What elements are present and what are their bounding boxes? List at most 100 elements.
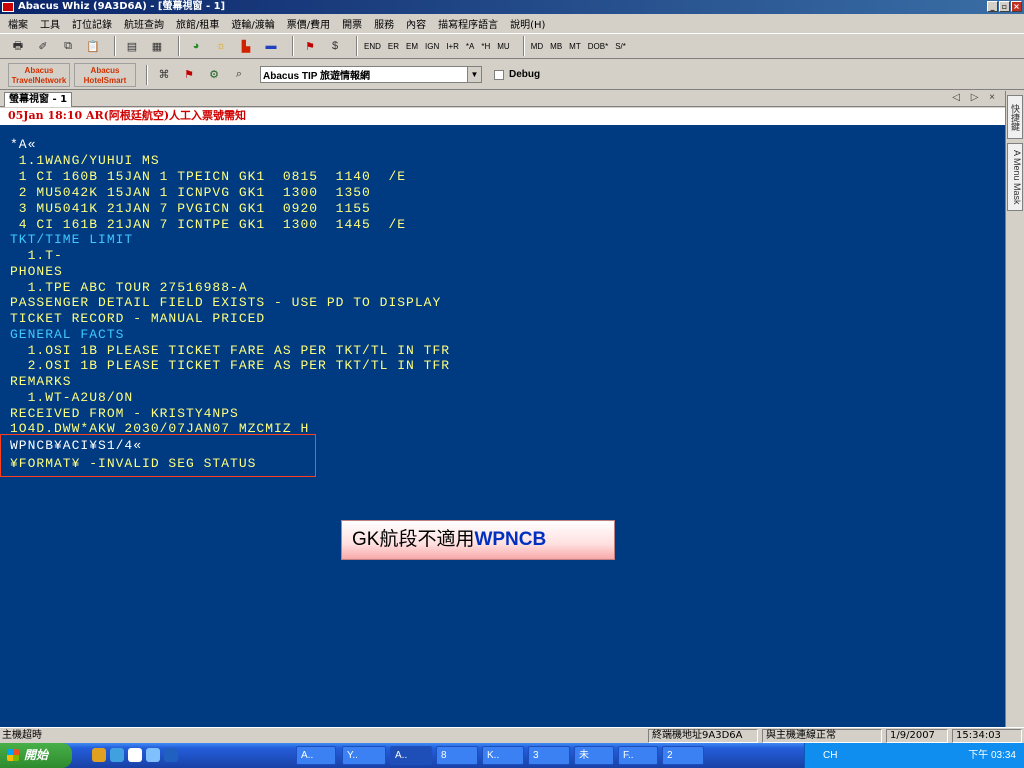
printer-icon[interactable]: 🖶: [8, 36, 28, 56]
quicklaunch-icon[interactable]: [92, 748, 106, 762]
window-title: Abacus Whiz (9A3D6A) - [螢幕視窗 - 1]: [18, 1, 226, 12]
cmd-mb-button[interactable]: MB: [550, 36, 562, 56]
cmd-star-a-button[interactable]: *A: [466, 36, 474, 56]
status-time: 15:34:03: [952, 729, 1022, 743]
abacus-hotelsmart-button[interactable]: Abacus HotelSmart: [74, 62, 136, 87]
right-sidebar: 快捷鍵 A Menu Mask: [1005, 91, 1024, 727]
cmd-md-button[interactable]: MD: [531, 36, 543, 56]
quicklaunch-icon[interactable]: [146, 748, 160, 762]
menu-help[interactable]: 說明(H): [510, 16, 545, 31]
menu-bar: 檔案 工具 訂位記錄 航班查詢 旅館/租車 遊輪/渡輪 票價/費用 開票 服務 …: [0, 14, 1024, 32]
taskbar: 開始 A.. Y.. A.. 8 K.. 3 未 F.. 2 CH 下午 03:…: [0, 743, 1024, 768]
menu-services[interactable]: 服務: [374, 16, 394, 31]
toolbar-separator: [522, 36, 525, 56]
debug-checkbox[interactable]: [494, 69, 504, 80]
quicklaunch-icon[interactable]: [110, 748, 124, 762]
copy-icon[interactable]: ⧉: [58, 36, 78, 56]
cruise-icon[interactable]: ⚑: [300, 36, 320, 56]
terminal-line: PASSENGER DETAIL FIELD EXISTS - USE PD T…: [10, 295, 442, 310]
chevron-down-icon[interactable]: ▼: [467, 67, 481, 82]
main-toolbar: 🖶 ✐ ⧉ 📋 ▤ ▦ ◕ ☼ ▙ ▬ ⚑ $ END ER EM IGN I+…: [0, 33, 1024, 59]
tray-language[interactable]: CH: [823, 743, 837, 768]
cmd-ign-button[interactable]: IGN: [425, 36, 439, 56]
toolbar-separator: [114, 36, 116, 56]
menu-cruise-ferry[interactable]: 遊輪/渡輪: [231, 16, 274, 31]
tab-nav-controls[interactable]: ◁ ▷ ×: [952, 92, 999, 103]
terminal-line: 1.T-: [10, 248, 63, 263]
debug-toggle[interactable]: Debug: [494, 69, 540, 80]
taskbar-button[interactable]: 8: [436, 746, 478, 765]
hotel-icon[interactable]: ▙: [236, 36, 256, 56]
menu-pnr[interactable]: 訂位記錄: [72, 16, 112, 31]
tray-clock[interactable]: 下午 03:34: [968, 743, 1016, 768]
taskbar-button-active[interactable]: A..: [390, 746, 432, 765]
book-icon[interactable]: ⌘: [154, 65, 174, 85]
globe-clock-icon[interactable]: ◕: [186, 36, 206, 56]
terminal-line: *A«: [10, 137, 37, 152]
eraser-icon[interactable]: ✐: [33, 36, 53, 56]
terminal-line: RECEIVED FROM - KRISTY4NPS: [10, 406, 239, 421]
tip-select[interactable]: Abacus TIP 旅遊情報網 ▼: [260, 66, 482, 83]
form-icon[interactable]: ▦: [147, 36, 167, 56]
search-icon[interactable]: ⌕: [229, 65, 249, 85]
paste-icon[interactable]: 📋: [83, 36, 103, 56]
taskbar-button[interactable]: 未: [574, 746, 614, 765]
terminal-screen[interactable]: *A« 1.1WANG/YUHUI MS 1 CI 160B 15JAN 1 T…: [0, 125, 1005, 727]
terminal-line: 1.WT-A2U8/ON: [10, 390, 134, 405]
flag-icon[interactable]: ⚑: [179, 65, 199, 85]
status-host-timeout: 主機超時: [2, 730, 42, 741]
minimize-button[interactable]: _: [987, 1, 998, 12]
money-icon[interactable]: $: [325, 36, 345, 56]
start-button[interactable]: 開始: [0, 743, 72, 768]
menu-mask-button[interactable]: A Menu Mask: [1007, 143, 1023, 211]
car-icon[interactable]: ▬: [261, 36, 281, 56]
menu-hotel-car[interactable]: 旅館/租車: [176, 16, 219, 31]
cmd-ir-button[interactable]: I+R: [446, 36, 459, 56]
tip-select-value: Abacus TIP 旅遊情報網: [263, 71, 371, 82]
app-icon: [2, 2, 14, 12]
hotkey-button[interactable]: 快捷鍵: [1007, 95, 1023, 139]
close-button[interactable]: ×: [1011, 1, 1022, 12]
network-icon[interactable]: ⚙: [204, 65, 224, 85]
menu-file[interactable]: 檔案: [8, 16, 28, 31]
system-tray: CH 下午 03:34: [804, 743, 1024, 768]
callout-highlight: WPNCB: [474, 529, 547, 550]
cmd-dob-button[interactable]: DOB*: [588, 36, 608, 56]
taskbar-button[interactable]: 3: [528, 746, 570, 765]
cmd-star-h-button[interactable]: *H: [481, 36, 490, 56]
cmd-er-button[interactable]: ER: [388, 36, 399, 56]
tab-screen-1[interactable]: 螢幕視窗 - 1: [4, 92, 73, 107]
terminal-line: 4 CI 161B 21JAN 7 ICNTPE GK1 1300 1445 /…: [10, 217, 407, 232]
taskbar-button[interactable]: F..: [618, 746, 658, 765]
menu-scripting[interactable]: 描寫程序語言: [438, 16, 498, 31]
notice-banner[interactable]: 05Jan 18:10 AR(阿根廷航空)人工入票號需知: [0, 108, 1005, 125]
menu-flights[interactable]: 航班查詢: [124, 16, 164, 31]
terminal-line: 1.1WANG/YUHUI MS: [10, 153, 160, 168]
terminal-line: REMARKS: [10, 374, 72, 389]
taskbar-button[interactable]: A..: [296, 746, 336, 765]
taskbar-button[interactable]: Y..: [342, 746, 386, 765]
cmd-em-button[interactable]: EM: [406, 36, 418, 56]
cmd-mt-button[interactable]: MT: [569, 36, 581, 56]
cmd-mu-button[interactable]: MU: [497, 36, 509, 56]
terminal-line: 1 CI 160B 15JAN 1 TPEICN GK1 0815 1140 /…: [10, 169, 407, 184]
quicklaunch-icon[interactable]: [164, 748, 178, 762]
taskbar-button[interactable]: 2: [662, 746, 704, 765]
terminal-line: GENERAL FACTS: [10, 327, 125, 342]
abacus-travelnetwork-button[interactable]: Abacus TravelNetwork: [8, 62, 70, 87]
quicklaunch-icon[interactable]: [128, 748, 142, 762]
toolbar-separator: [178, 36, 180, 56]
tab-strip: 螢幕視窗 - 1 ◁ ▷ ×: [0, 91, 1005, 107]
cmd-end-button[interactable]: END: [364, 36, 381, 56]
weather-icon[interactable]: ☼: [211, 36, 231, 56]
terminal-line: 2 MU5042K 15JAN 1 ICNPVG GK1 1300 1350: [10, 185, 371, 200]
restore-button[interactable]: ▫: [999, 1, 1010, 12]
menu-content[interactable]: 內容: [406, 16, 426, 31]
menu-fares[interactable]: 票價/費用: [287, 16, 330, 31]
taskbar-button[interactable]: K..: [482, 746, 524, 765]
menu-ticketing[interactable]: 開票: [342, 16, 362, 31]
cmd-s-button[interactable]: S/*: [615, 36, 626, 56]
terminal-line: TICKET RECORD - MANUAL PRICED: [10, 311, 266, 326]
menu-tools[interactable]: 工具: [40, 16, 60, 31]
document-icon[interactable]: ▤: [122, 36, 142, 56]
